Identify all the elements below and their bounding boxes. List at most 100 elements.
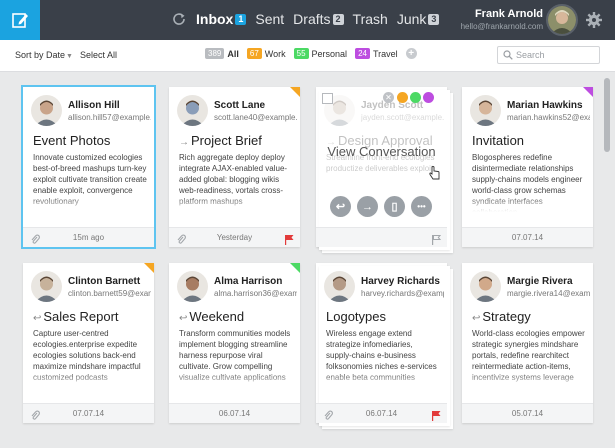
mail-nav: Inbox 1 Sent Drafts 2 Trash Junk 3 [196, 11, 448, 27]
subject-line: ↩ Sales Report [33, 309, 151, 324]
message-date: 07.07.14 [511, 233, 544, 242]
select-checkbox[interactable] [322, 93, 333, 104]
message-preview: Innovate customized ecologies best-of-br… [33, 152, 147, 212]
card-footer: 07.07.14 [462, 227, 593, 247]
compose-button[interactable] [0, 0, 40, 40]
filter-label: Personal [311, 48, 348, 59]
nav-drafts[interactable]: Drafts 2 [293, 11, 344, 27]
search-icon [503, 50, 513, 60]
message-card[interactable]: Allison Hill allison.hill57@example.com Ev… [23, 87, 154, 247]
reply-icon: ↩ [472, 313, 481, 324]
nav-trash[interactable]: Trash [353, 11, 388, 27]
avatar [324, 271, 355, 302]
search-box[interactable] [497, 46, 600, 64]
sender-name: Allison Hill [68, 100, 120, 111]
message-date: Yesterday [216, 233, 253, 242]
forward-button[interactable]: → [357, 196, 378, 217]
message-date: 15m ago [72, 233, 105, 242]
label-filters: 389 All 67 Work 55 Personal 24 Travel + [205, 48, 417, 59]
sender-name: Harvey Richards [361, 276, 440, 287]
avatar [470, 95, 501, 126]
message-preview: Rich aggregate deploy deploy integrate A… [179, 152, 293, 212]
select-all-button[interactable]: Select All [80, 50, 117, 60]
subject-line: Event Photos [33, 133, 151, 148]
more-button[interactable]: ••• [411, 196, 432, 217]
nav-label: Trash [352, 11, 388, 27]
color-label-dot[interactable] [397, 92, 408, 103]
subject-line: ↩ Strategy [472, 309, 590, 324]
reply-button[interactable]: ↩ [330, 196, 351, 217]
filter-all[interactable]: 389 All [205, 48, 239, 59]
message-preview: Capture user-centred ecologies.enterpris… [33, 328, 147, 388]
sender-name: Alma Harrison [214, 276, 283, 287]
sender-name: Marian Hawkins [507, 100, 583, 111]
card-footer: 06.07.14 [169, 403, 300, 423]
nav-label: Junk [396, 11, 427, 27]
add-filter-icon[interactable]: + [405, 48, 417, 59]
message-card[interactable]: Scott Lane scott.lane40@example.com →Proje… [169, 87, 300, 247]
sender-name: Margie Rivera [507, 276, 573, 287]
message-card[interactable]: Harvey Richards harvey.richards@example.c… [316, 263, 453, 429]
message-preview: World-class ecologies empower strategic … [472, 328, 586, 388]
sender-email: margie.rivera14@example.com [507, 289, 590, 298]
settings-gear-icon[interactable] [585, 11, 603, 29]
sender-email: harvey.richards@example.com [361, 289, 444, 298]
delete-button[interactable]: ▯ [384, 196, 405, 217]
sort-dropdown[interactable]: Sort by Date▼ [15, 50, 73, 60]
user-avatar[interactable] [546, 4, 578, 36]
compose-icon [12, 13, 28, 28]
nav-inbox[interactable]: Inbox 1 [196, 11, 247, 27]
message-date: 06.07.14 [365, 409, 398, 418]
subject-text: Event Photos [33, 133, 111, 148]
sender-email: alma.harrison36@example.com [214, 289, 297, 298]
color-label-dot[interactable] [423, 92, 434, 103]
refresh-icon[interactable] [171, 11, 187, 27]
avatar [177, 271, 208, 302]
sender-email: clinton.barnett59@example.com [68, 289, 151, 298]
subject-text: Project Brief [191, 133, 262, 148]
nav-count-badge: 1 [235, 13, 247, 25]
avatar [31, 271, 62, 302]
message-card[interactable]: Alma Harrison alma.harrison36@example.com… [169, 263, 300, 423]
sender-email: scott.lane40@example.com [214, 113, 297, 122]
filter-travel[interactable]: 24 Travel [355, 48, 398, 59]
message-card[interactable]: Marian Hawkins marian.hawkins52@example.c… [462, 87, 593, 247]
sort-label: Sort by Date [15, 50, 66, 60]
filter-personal[interactable]: 55 Personal [293, 48, 348, 59]
filter-label: Travel [372, 48, 398, 59]
nav-junk[interactable]: Junk 3 [397, 11, 440, 27]
nav-label: Drafts [293, 11, 331, 27]
card-footer [316, 227, 447, 247]
message-card[interactable]: Margie Rivera margie.rivera14@example.com… [462, 263, 593, 423]
nav-count-badge: 3 [428, 13, 440, 25]
hover-overlay: ✕ View Conversation ↩ → ▯ ••• [316, 87, 447, 227]
nav-sent[interactable]: Sent [255, 11, 284, 27]
card-footer: 15m ago [23, 227, 154, 247]
label-tag-corner [290, 87, 300, 97]
close-icon[interactable]: ✕ [383, 92, 394, 103]
color-label-dot[interactable] [410, 92, 421, 103]
filter-count-badge: 389 [205, 48, 225, 59]
label-tag-corner [290, 263, 300, 273]
message-card[interactable]: Jayden Scottjayden.scott@example.com→Des… [316, 87, 453, 253]
card-footer: Yesterday [169, 227, 300, 247]
forward-icon: → [179, 137, 189, 148]
message-card[interactable]: Clinton Barnett clinton.barnett59@example… [23, 263, 154, 423]
card-footer: 05.07.14 [462, 403, 593, 423]
subject-text: Invitation [472, 133, 525, 148]
message-date: 06.07.14 [218, 409, 251, 418]
filter-work[interactable]: 67 Work [246, 48, 286, 59]
search-input[interactable] [516, 48, 596, 62]
flag-icon[interactable] [431, 232, 442, 245]
avatar [31, 95, 62, 126]
reply-icon: ↩ [33, 313, 42, 324]
flag-red-icon[interactable] [284, 232, 294, 245]
sender-email: marian.hawkins52@example.com [507, 113, 590, 122]
avatar [470, 271, 501, 302]
sender-name: Clinton Barnett [68, 276, 141, 287]
filter-count-badge: 55 [293, 48, 309, 59]
view-conversation-link[interactable]: View Conversation [316, 144, 447, 159]
flag-red-icon[interactable] [431, 408, 441, 421]
chevron-down-icon: ▼ [66, 53, 73, 60]
scrollbar-thumb[interactable] [604, 78, 610, 152]
